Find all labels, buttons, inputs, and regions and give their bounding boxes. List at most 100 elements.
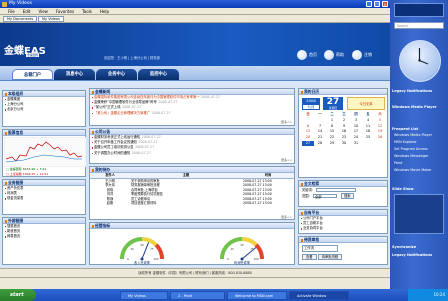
home-button[interactable]: 首页 xyxy=(297,50,317,60)
help-button[interactable]: 帮助 xyxy=(324,50,344,60)
calendar-day-cell[interactable]: 9 xyxy=(338,124,350,129)
calendar-day-cell[interactable]: 22 xyxy=(326,135,338,140)
tab-my-documents[interactable]: My Documents xyxy=(3,16,38,22)
calendar-day-cell[interactable]: 24 xyxy=(350,135,362,140)
menu-view[interactable]: View xyxy=(34,8,52,15)
gauge-tick-label: 0 xyxy=(227,257,229,261)
stock-chart xyxy=(4,137,86,167)
home-icon xyxy=(297,50,307,60)
slide-show-header: Slide Show xyxy=(392,187,414,191)
tab-business-center[interactable]: 业务中心 xyxy=(96,69,137,80)
menu-tools[interactable]: Tools xyxy=(78,8,96,15)
table-row[interactable]: 赵刚 项目进度汇报材料 2008-07-27 13:00 xyxy=(90,201,294,206)
calendar-day-cell[interactable]: 6 xyxy=(302,124,314,129)
calendar-day-cell[interactable]: 17 xyxy=(350,129,362,134)
folder-icon xyxy=(2,1,7,7)
external-link[interactable]: 网易首页 xyxy=(3,234,85,239)
news-more-link[interactable]: 更多>> xyxy=(281,120,292,124)
menu-bar: File Edit View Favorites Tools Help xyxy=(0,8,390,15)
workflow-select[interactable]: 工作流 xyxy=(302,245,338,252)
calendar-day-cell[interactable]: 27 xyxy=(302,140,314,146)
calendar-day-cell[interactable]: 12 xyxy=(374,124,386,129)
stock-panel-title: 股票信息 xyxy=(3,130,85,136)
taskbar: start My Videos 2 - Paint Welcome to MSN… xyxy=(0,289,448,301)
search-button[interactable]: 搜索 xyxy=(341,193,354,199)
menu-edit[interactable]: Edit xyxy=(19,8,35,15)
windows-sidebar: Search Legacy Notifications Windows Medi… xyxy=(390,0,448,289)
frequent-item[interactable]: Windows Messenger xyxy=(394,154,446,159)
sidebar-search-input[interactable]: Search xyxy=(394,22,444,29)
calendar-day-cell[interactable]: 5 xyxy=(374,118,386,123)
tab-message-center[interactable]: 消息中心 xyxy=(54,69,95,80)
home-label: 首页 xyxy=(309,52,317,57)
menu-favorites[interactable]: Favorites xyxy=(52,8,78,15)
maximize-button[interactable]: □ xyxy=(374,1,380,7)
calendar-day-cell[interactable]: 8 xyxy=(326,124,338,129)
calendar-day-cell[interactable]: 29 xyxy=(326,141,338,146)
calendar-weekday-label: 日 xyxy=(306,112,310,116)
platform-link[interactable]: 业务协同平台 xyxy=(299,226,387,231)
keyword-input[interactable] xyxy=(316,187,357,193)
notice-item[interactable]: 关于调整办公时间的通知 2008-07-27 xyxy=(90,151,294,156)
calendar-day-cell[interactable]: 15 xyxy=(326,129,338,134)
calendar-day-cell[interactable]: 28 xyxy=(314,141,326,146)
logout-button[interactable]: 注销 xyxy=(352,50,372,60)
frequent-item[interactable]: Windows Media Player xyxy=(394,133,446,138)
task-activate-window[interactable]: Activate Window xyxy=(289,290,349,300)
tab-my-videos[interactable]: My Videos xyxy=(38,16,64,22)
calendar-day-cell[interactable]: 3 xyxy=(350,118,362,123)
slide-show-area[interactable] xyxy=(394,194,444,234)
calendar-day-cell[interactable]: 25 xyxy=(362,135,374,140)
start-button[interactable]: start xyxy=(0,289,36,301)
scope-select[interactable]: 全部 xyxy=(312,193,337,199)
user-info: 欢迎您：王小明 | 上海分公司 | 财务部 xyxy=(104,56,160,60)
calendar-day-cell[interactable]: 18 xyxy=(362,129,374,134)
calendar-panel: 我的日历 2008 七月 27 星期日 今日无事 日一二三四五六1 2 3 4 56 7 8… xyxy=(298,88,388,178)
tab-executive-portal[interactable]: 总裁门户 xyxy=(12,69,53,80)
tab-monitor-center[interactable]: 监控中心 xyxy=(138,69,179,80)
calendar-weekday-label: 三 xyxy=(342,112,346,116)
calendar-day-cell[interactable]: 13 xyxy=(302,129,314,134)
notice-more-link[interactable]: 更多>> xyxy=(281,158,292,162)
calendar-day-cell[interactable]: 20 xyxy=(302,135,314,140)
calendar-day-cell[interactable]: 10 xyxy=(350,124,362,129)
calendar-day-cell[interactable]: 30 xyxy=(338,141,350,146)
gauge-label: 利润完成率 xyxy=(234,260,251,265)
frequent-item[interactable]: Windows Movie Maker xyxy=(394,168,446,173)
minimize-button[interactable]: _ xyxy=(366,1,372,7)
org-item[interactable]: 北京分公司 xyxy=(3,107,85,112)
calendar-day-cell[interactable]: 2 xyxy=(338,118,350,123)
calendar-month[interactable]: 七月 xyxy=(302,104,320,110)
close-button[interactable]: × xyxy=(382,1,388,7)
menu-help[interactable]: Help xyxy=(96,8,113,15)
pending-process-button[interactable]: 待审批流程 xyxy=(317,253,343,260)
calendar-day-cell[interactable]: 7 xyxy=(314,124,326,129)
calendar-day-cell[interactable]: 19 xyxy=(374,129,386,134)
calendar-day-cell[interactable]: 26 xyxy=(374,135,386,140)
clock-hands xyxy=(418,48,429,65)
approval-panel: 待我审批 工作流 查看 待审批流程 xyxy=(298,236,388,265)
portal-content: 本级组织 金蝶集团 上海分公司 北京分公司 股票信息 □ 金蝶国际 8435.9… xyxy=(0,81,390,268)
business-link[interactable]: 现金流量表 xyxy=(3,196,85,201)
calendar-day-cell[interactable]: 1 xyxy=(326,118,338,123)
notice-panel: 公司公告 金蝶财务系统正式上线运行通知 2008-07-27 关于召开年度工作会议… xyxy=(89,128,295,164)
task-msn[interactable]: Welcome to MSN.com xyxy=(227,290,287,300)
task-paint[interactable]: 2 - Paint xyxy=(170,290,225,300)
calendar-day-cell[interactable]: 4 xyxy=(362,118,374,123)
frequent-item[interactable]: Set Program Access xyxy=(394,147,446,152)
frequent-item[interactable]: MSN Explorer xyxy=(394,140,446,145)
news-item[interactable]: 「某公司」金蝶企业管理解决方案推广 2008-07-27 xyxy=(90,111,294,116)
todo-more-link[interactable]: 更多>> xyxy=(281,215,292,219)
calendar-day-cell[interactable]: 31 xyxy=(350,141,362,146)
task-my-videos[interactable]: My Videos xyxy=(120,290,168,300)
menu-file[interactable]: File xyxy=(0,8,19,15)
calendar-day-cell[interactable]: 11 xyxy=(362,124,374,129)
calendar-day-cell[interactable]: 23 xyxy=(338,135,350,140)
view-button[interactable]: 查看 xyxy=(302,253,317,260)
system-tray-clock[interactable]: 10:24 xyxy=(408,289,448,301)
frequent-item[interactable]: Paint xyxy=(394,161,446,166)
portal-footer: 版权所有 金蝶软件（中国）有限公司 | 联系我们 | 客服热线：800-830-… xyxy=(0,268,390,277)
calendar-day-cell[interactable]: 16 xyxy=(338,129,350,134)
calendar-day-cell[interactable]: 21 xyxy=(314,135,326,140)
calendar-day-cell[interactable]: 14 xyxy=(314,129,326,134)
